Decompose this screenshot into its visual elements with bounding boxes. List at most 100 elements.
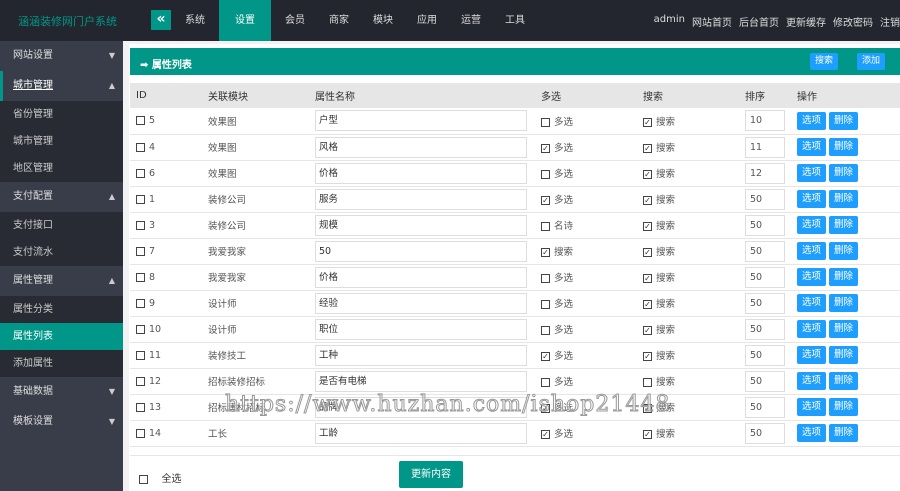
order-input[interactable]: 50 <box>745 266 785 288</box>
options-button[interactable]: 选项 <box>797 138 827 156</box>
top-link-4[interactable]: 修改密码 <box>833 14 873 29</box>
row-checkbox[interactable] <box>136 194 145 204</box>
search-checkbox[interactable]: ✓ <box>643 117 652 127</box>
search-button[interactable]: 搜索 <box>810 53 839 70</box>
order-input[interactable]: 50 <box>745 188 785 210</box>
delete-button[interactable]: 删除 <box>829 398 859 416</box>
nav-item-7[interactable]: 工具 <box>495 0 535 41</box>
options-button[interactable]: 选项 <box>797 216 827 234</box>
attribute-name-input[interactable]: 50 <box>315 240 527 262</box>
multi-checkbox[interactable]: ✓ <box>541 352 550 361</box>
options-button[interactable]: 选项 <box>797 164 827 182</box>
nav-item-1[interactable]: 设置 <box>219 0 271 41</box>
order-input[interactable]: 50 <box>745 370 785 392</box>
delete-button[interactable]: 删除 <box>829 242 859 260</box>
attribute-name-input[interactable]: 经验 <box>315 292 527 314</box>
attribute-name-input[interactable]: 户型 <box>315 110 527 132</box>
options-button[interactable]: 选项 <box>797 398 827 416</box>
row-checkbox[interactable] <box>136 272 145 282</box>
options-button[interactable]: 选项 <box>797 268 827 286</box>
add-button[interactable]: 添加 <box>857 53 886 70</box>
options-button[interactable]: 选项 <box>797 372 827 390</box>
row-checkbox[interactable] <box>136 350 145 360</box>
delete-button[interactable]: 删除 <box>829 111 859 130</box>
row-checkbox[interactable] <box>136 168 145 178</box>
options-button[interactable]: 选项 <box>797 294 827 312</box>
search-checkbox[interactable]: ✓ <box>643 326 652 335</box>
update-content-button[interactable]: 更新内容 <box>399 461 463 488</box>
row-checkbox[interactable] <box>136 376 145 386</box>
delete-button[interactable]: 删除 <box>829 320 859 338</box>
options-button[interactable]: 选项 <box>797 242 827 260</box>
attribute-name-input[interactable]: 服务 <box>315 188 527 210</box>
search-checkbox[interactable]: ✓ <box>643 222 652 231</box>
attribute-name-input[interactable]: 是否有电梯 <box>315 370 527 392</box>
sidebar-item[interactable]: 地区管理 <box>0 155 123 182</box>
options-button[interactable]: 选项 <box>797 424 827 442</box>
sidebar-item[interactable]: 省份管理 <box>0 101 123 128</box>
sidebar-item[interactable]: 属性列表 <box>0 323 123 350</box>
top-link-0[interactable]: admin <box>654 14 685 29</box>
options-button[interactable]: 选项 <box>797 111 827 130</box>
sidebar-item[interactable]: 城市管理 <box>0 128 123 155</box>
options-button[interactable]: 选项 <box>797 346 827 364</box>
row-checkbox[interactable] <box>136 116 145 126</box>
attribute-name-input[interactable]: 规模 <box>315 214 527 236</box>
delete-button[interactable]: 删除 <box>829 424 859 442</box>
multi-checkbox[interactable]: ✓ <box>541 144 550 153</box>
multi-checkbox[interactable] <box>541 274 550 283</box>
sidebar-item[interactable]: 支付流水 <box>0 239 123 266</box>
nav-item-2[interactable]: 会员 <box>275 0 315 41</box>
order-input[interactable]: 50 <box>745 292 785 314</box>
search-checkbox[interactable]: ✓ <box>643 430 652 439</box>
row-checkbox[interactable] <box>136 142 145 152</box>
sidebar-item[interactable]: 属性分类 <box>0 296 123 323</box>
row-checkbox[interactable] <box>136 246 145 256</box>
nav-item-4[interactable]: 模块 <box>363 0 403 41</box>
sidebar-group-1[interactable]: 城市管理 ▲ <box>0 71 123 101</box>
multi-checkbox[interactable] <box>541 170 550 179</box>
order-input[interactable]: 12 <box>745 162 785 184</box>
attribute-name-input[interactable]: 风格 <box>315 136 527 158</box>
top-link-5[interactable]: 注销 <box>880 14 900 29</box>
multi-checkbox[interactable] <box>541 117 550 127</box>
delete-button[interactable]: 删除 <box>829 190 859 208</box>
delete-button[interactable]: 删除 <box>829 268 859 286</box>
sidebar-group-4[interactable]: 基础数据 ▼ <box>0 377 123 407</box>
top-link-2[interactable]: 后台首页 <box>739 14 779 29</box>
attribute-name-input[interactable]: 品牌 <box>315 396 527 418</box>
nav-item-3[interactable]: 商家 <box>319 0 359 41</box>
nav-item-6[interactable]: 运营 <box>451 0 491 41</box>
search-checkbox[interactable]: ✓ <box>643 352 652 361</box>
row-checkbox[interactable] <box>136 402 145 412</box>
search-checkbox[interactable]: ✓ <box>643 274 652 283</box>
row-checkbox[interactable] <box>136 428 145 438</box>
multi-checkbox[interactable]: ✓ <box>541 196 550 205</box>
multi-checkbox[interactable] <box>541 222 550 231</box>
search-checkbox[interactable] <box>643 378 652 387</box>
delete-button[interactable]: 删除 <box>829 294 859 312</box>
multi-checkbox[interactable] <box>541 300 550 309</box>
multi-checkbox[interactable]: ✓ <box>541 430 550 439</box>
delete-button[interactable]: 删除 <box>829 138 859 156</box>
attribute-name-input[interactable]: 价格 <box>315 266 527 288</box>
sidebar-item[interactable]: 添加属性 <box>0 350 123 377</box>
row-checkbox[interactable] <box>136 324 145 334</box>
row-checkbox[interactable] <box>136 220 145 230</box>
attribute-name-input[interactable]: 工种 <box>315 344 527 366</box>
nav-item-0[interactable]: 系统 <box>175 0 215 41</box>
search-checkbox[interactable]: ✓ <box>643 144 652 153</box>
sidebar-group-0[interactable]: 网站设置 ▼ <box>0 41 123 71</box>
search-checkbox[interactable]: ✓ <box>643 404 652 413</box>
select-all[interactable]: 全选 <box>139 470 182 485</box>
multi-checkbox[interactable] <box>541 378 550 387</box>
order-input[interactable]: 50 <box>745 396 785 418</box>
order-input[interactable]: 50 <box>745 344 785 366</box>
sidebar-group-2[interactable]: 支付配置 ▲ <box>0 182 123 212</box>
search-checkbox[interactable]: ✓ <box>643 170 652 179</box>
delete-button[interactable]: 删除 <box>829 164 859 182</box>
multi-checkbox[interactable] <box>541 326 550 335</box>
search-checkbox[interactable]: ✓ <box>643 300 652 309</box>
options-button[interactable]: 选项 <box>797 190 827 208</box>
search-checkbox[interactable]: ✓ <box>643 248 652 257</box>
